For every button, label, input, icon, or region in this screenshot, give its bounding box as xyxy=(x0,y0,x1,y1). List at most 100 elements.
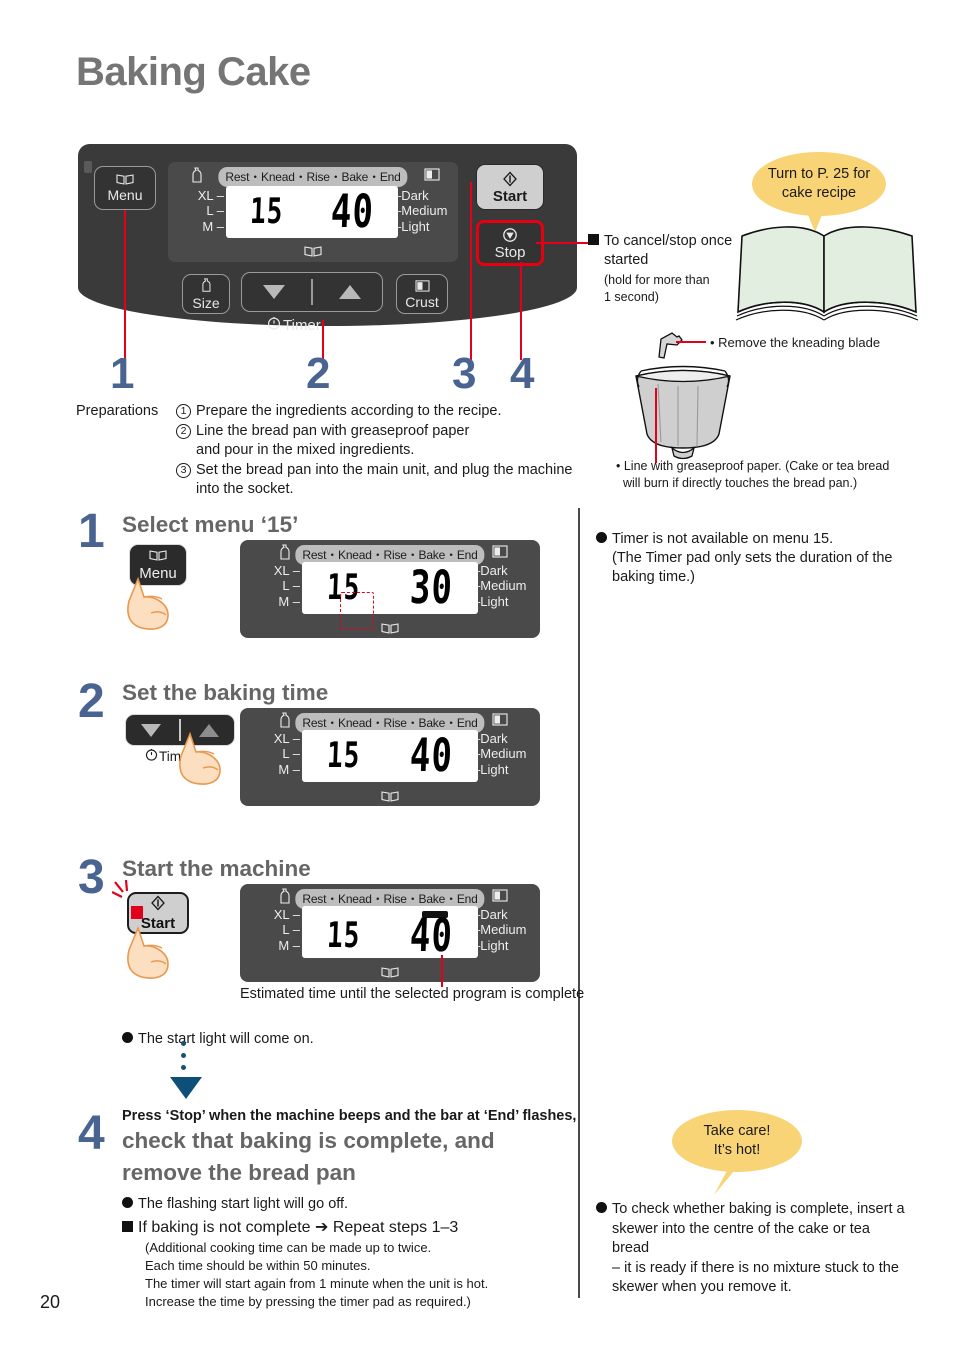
step-4-bullet-text: The flashing start light will go off. xyxy=(138,1196,349,1212)
control-panel: Menu Rest・Knead・Rise・Bake・End XL – L – M… xyxy=(78,144,577,334)
blinking-menu-highlight xyxy=(340,592,374,630)
lcd-time-value: 40 xyxy=(409,909,455,964)
start-indicator-led xyxy=(131,906,143,919)
leader-line-estimated-time xyxy=(441,955,443,987)
round-bullet-icon xyxy=(596,1202,607,1213)
crust-icon xyxy=(492,888,508,905)
crust-pad[interactable]: Crust xyxy=(396,274,448,314)
step-1-number: 1 xyxy=(78,505,105,558)
page-title: Baking Cake xyxy=(76,50,311,94)
open-book-illustration xyxy=(735,226,919,321)
lcd-size-labels: XL – L – M – xyxy=(273,907,300,953)
bread-pan-illustration xyxy=(635,365,731,460)
crust-dark-label: Dark xyxy=(480,563,508,578)
lcd-size-labels: XL – L – M – xyxy=(197,188,224,234)
leader-line-3 xyxy=(470,182,472,360)
down-arrow-icon xyxy=(170,1077,202,1099)
prep-text-3-cont: into the socket. xyxy=(196,481,294,498)
round-bullet-icon xyxy=(122,1197,133,1208)
index-number-1: 1 xyxy=(110,349,135,398)
prep-text-1: Prepare the ingredients according to the… xyxy=(196,403,502,419)
loaf-size-icon xyxy=(278,712,291,732)
stop-circle-icon xyxy=(502,227,518,245)
crust-light-label: Light xyxy=(401,218,430,234)
timer-down-arrow-icon[interactable] xyxy=(141,723,162,737)
lcd-crust-labels: –Dark –Medium –Light xyxy=(394,188,456,234)
size-xl-label: XL xyxy=(197,188,214,203)
size-l-label: L xyxy=(206,203,214,219)
kneading-blade-note: • Remove the kneading blade xyxy=(710,335,881,350)
step-1-title: Select menu ‘15’ xyxy=(122,512,299,537)
leader-line-1 xyxy=(124,210,126,360)
recipe-bubble: Turn to P. 25 for cake recipe xyxy=(752,152,886,216)
step-circle-1: 1 xyxy=(176,404,191,419)
lcd-display: Rest・Knead・Rise・Bake・End XL – L – M – –D… xyxy=(168,162,458,262)
pointing-hand-icon xyxy=(127,925,169,979)
crust-medium-label: Medium xyxy=(401,203,448,219)
step-3-title: Start the machine xyxy=(122,856,311,881)
stop-pad[interactable]: Stop xyxy=(476,220,544,266)
timer-up-arrow-icon[interactable] xyxy=(338,285,361,299)
timer-note-line3: baking time.) xyxy=(612,569,696,586)
loaf-size-icon xyxy=(278,544,291,564)
stop-pad-label: Stop xyxy=(494,243,526,261)
start-pad-label: Start xyxy=(492,187,528,205)
step-2-lcd: Rest・Knead・Rise・Bake・End XL – L – M – –D… xyxy=(240,708,540,806)
square-bullet-icon xyxy=(122,1221,133,1232)
crust-light-label: Light xyxy=(480,593,509,609)
timer-divider xyxy=(311,279,313,305)
book-icon xyxy=(381,622,399,637)
skewer-note-line2: skewer into the centre of the cake or te… xyxy=(612,1220,870,1257)
pointing-hand-icon xyxy=(127,576,169,630)
step-3-bullet-text: The start light will come on. xyxy=(138,1031,314,1047)
lcd-crust-labels: –Dark –Medium –Light xyxy=(473,563,535,609)
leader-line-greaseproof xyxy=(655,388,657,463)
crust-light-label: Light xyxy=(480,761,509,777)
column-divider xyxy=(578,508,580,1298)
pointing-hand-icon xyxy=(179,731,221,785)
size-m-label: M xyxy=(202,218,214,234)
list-item: 1 Prepare the ingredients according to t… xyxy=(176,402,576,422)
loaf-size-icon xyxy=(200,278,212,295)
timer-caption: Timer xyxy=(267,316,321,334)
size-l-label: L xyxy=(282,746,290,762)
crust-icon xyxy=(424,167,440,184)
menu-pad[interactable]: Menu xyxy=(94,166,156,210)
crust-pad-label: Crust xyxy=(405,293,439,310)
start-pad[interactable]: Start xyxy=(476,164,544,210)
timer-pad[interactable] xyxy=(241,272,383,312)
timer-down-arrow-icon[interactable] xyxy=(263,285,286,299)
lcd-screen: 15 30 xyxy=(302,561,478,615)
size-m-label: M xyxy=(278,593,290,609)
step-3-number: 3 xyxy=(78,851,105,904)
lcd-screen: 15 40 xyxy=(226,185,398,239)
step-2-number: 2 xyxy=(78,675,105,728)
size-m-label: M xyxy=(278,761,290,777)
book-icon xyxy=(304,245,322,260)
lcd-phase-label: Rest・Knead・Rise・Bake・End xyxy=(218,167,408,187)
crust-light-label: Light xyxy=(480,937,509,953)
index-number-4: 4 xyxy=(510,349,535,398)
start-indicator-led xyxy=(84,161,92,173)
lcd-size-labels: XL – L – M – xyxy=(273,563,300,609)
cancel-stop-line2: started xyxy=(604,252,649,269)
cancel-stop-line1: To cancel/stop once xyxy=(604,233,733,249)
step-4-sub-lines: (Additional cooking time can be made up … xyxy=(145,1239,488,1311)
crust-icon xyxy=(414,279,430,294)
size-l-label: L xyxy=(282,922,290,938)
greaseproof-line2: will burn if directly touches the bread … xyxy=(623,475,858,490)
step-4-subtitle: Press ‘Stop’ when the machine beeps and … xyxy=(122,1108,577,1124)
clock-icon xyxy=(145,748,158,764)
crust-icon xyxy=(492,544,508,561)
greaseproof-line1: • Line with greaseproof paper. (Cake or … xyxy=(616,459,890,473)
list-item: 2 Line the bread pan with greaseproof pa… xyxy=(176,422,576,442)
crust-dark-label: Dark xyxy=(480,907,508,922)
leader-line-4 xyxy=(520,262,522,360)
step-3-bullet: The start light will come on. xyxy=(122,1031,314,1047)
step-circle-3: 3 xyxy=(176,462,191,478)
size-pad[interactable]: Size xyxy=(182,274,230,314)
leader-line-stop xyxy=(536,242,588,244)
step-3-caption: Estimated time until the selected progra… xyxy=(240,986,585,1002)
step-3-lcd: Rest・Knead・Rise・Bake・End XL – L – M – –D… xyxy=(240,884,540,982)
step-circle-2: 2 xyxy=(176,423,191,439)
